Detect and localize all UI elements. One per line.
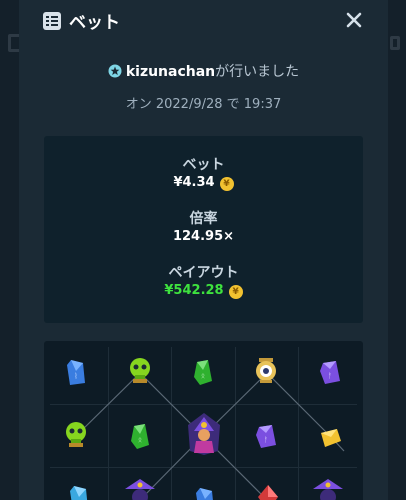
green-gem-icon: ᛟ [188, 357, 218, 387]
multiplier-stat: 倍率 124.95× [44, 208, 363, 244]
background-panel-right [388, 0, 406, 500]
close-icon [346, 12, 362, 28]
wizard-icon [122, 477, 158, 500]
placed-by-text: が行いました [215, 64, 300, 80]
bet-value-row: ¥4.34 ¥ [44, 175, 363, 191]
bet-stats-box: ベット ¥4.34 ¥ 倍率 124.95× ペイアウト ¥542.28 ¥ [44, 136, 363, 323]
bet-details-modal: ベット kizunachanが行いました オン 2022/9/28 で 19:3… [19, 0, 388, 500]
payout-value-row: ¥542.28 ¥ [44, 283, 363, 299]
bet-date: オン 2022/9/28 で 19:37 [125, 97, 282, 112]
green-skull-icon [61, 419, 91, 449]
star-badge-icon [108, 64, 122, 78]
bet-label: ベット [182, 157, 225, 173]
multiplier-label: 倍率 [189, 211, 218, 227]
svg-text:ᛟ: ᛟ [138, 436, 142, 444]
multiplier-value: 124.95× [172, 229, 235, 244]
blue-gem-icon [190, 485, 220, 500]
svg-text:ᛟ: ᛟ [201, 372, 205, 380]
red-gem-icon [253, 483, 283, 500]
modal-header: ベット [19, 0, 388, 40]
game-board: ᚱ ᛟ ᚨ ᛟ ᚨ [44, 341, 363, 500]
bet-value: ¥4.34 [173, 175, 215, 190]
bet-amount-stat: ベット ¥4.34 ¥ [44, 154, 363, 191]
blue-gem-icon: ᚱ [61, 357, 91, 387]
green-skull-icon [125, 355, 155, 385]
green-gem-icon: ᛟ [125, 421, 155, 451]
modal-title: ベット [69, 13, 120, 33]
username-link[interactable]: kizunachan [126, 64, 215, 80]
bet-list-icon [43, 12, 61, 30]
svg-text:ᚨ: ᚨ [328, 372, 332, 380]
blue-gem-icon [64, 483, 94, 500]
purple-gem-icon: ᚨ [315, 357, 345, 387]
background-panel-left [0, 0, 22, 500]
svg-text:ᚱ: ᚱ [74, 372, 78, 380]
yellow-gem-icon [315, 423, 345, 453]
purple-gem-icon: ᚨ [251, 421, 281, 451]
eye-lantern-icon [251, 355, 281, 385]
placed-by-line: kizunachanが行いました [19, 61, 388, 81]
wizard-icon [184, 411, 224, 457]
background-icon [390, 36, 400, 50]
yen-coin-icon: ¥ [219, 177, 234, 191]
payout-value: ¥542.28 [164, 283, 224, 298]
payout-label: ペイアウト [168, 265, 239, 281]
wizard-icon [310, 477, 346, 500]
yen-coin-icon: ¥ [228, 285, 243, 299]
payout-stat: ペイアウト ¥542.28 ¥ [44, 262, 363, 299]
close-button[interactable] [344, 10, 364, 30]
svg-text:ᚨ: ᚨ [264, 436, 268, 444]
